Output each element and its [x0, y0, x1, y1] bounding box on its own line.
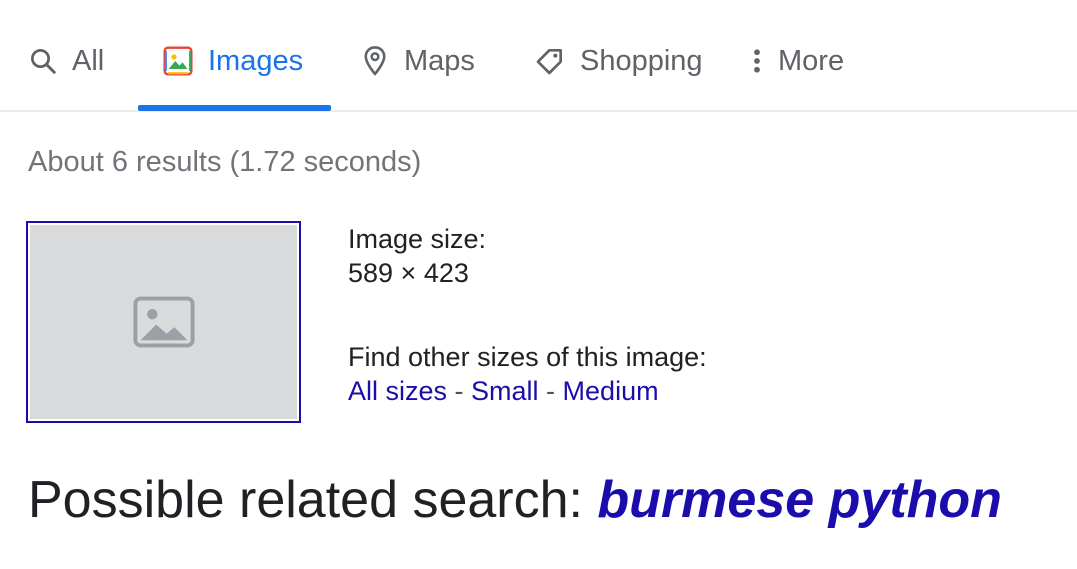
image-size-label: Image size: — [348, 224, 487, 254]
image-placeholder — [28, 223, 299, 421]
other-sizes-label: Find other sizes of this image: — [348, 342, 707, 372]
tab-images[interactable]: Images — [162, 38, 303, 84]
result-stats: About 6 results (1.72 seconds) — [28, 146, 422, 178]
tab-more-label: More — [778, 44, 845, 77]
tab-more[interactable]: More — [752, 38, 844, 84]
result-thumbnail[interactable] — [26, 221, 301, 423]
tab-maps[interactable]: Maps — [360, 38, 475, 84]
tab-maps-label: Maps — [404, 44, 475, 77]
link-separator: - — [538, 376, 563, 406]
tab-all-label: All — [72, 44, 105, 77]
small-size-link[interactable]: Small — [471, 376, 539, 406]
related-search: Possible related search: burmese python — [28, 470, 1002, 530]
active-tab-indicator — [138, 105, 331, 111]
image-info: Image size: 589 × 423 Find other sizes o… — [348, 222, 707, 408]
tag-icon — [534, 45, 566, 77]
link-separator: - — [447, 376, 472, 406]
image-size-value: 589 × 423 — [348, 258, 469, 288]
all-sizes-link[interactable]: All sizes — [348, 376, 447, 406]
search-tabs: All Images Maps Shopping More — [0, 0, 1077, 112]
image-placeholder-icon — [132, 296, 195, 348]
medium-size-link[interactable]: Medium — [563, 376, 659, 406]
tab-shopping[interactable]: Shopping — [534, 38, 703, 84]
tab-images-label: Images — [208, 44, 304, 77]
more-vert-icon — [752, 46, 762, 76]
tab-shopping-label: Shopping — [580, 44, 703, 77]
map-pin-icon — [360, 45, 390, 77]
related-search-label: Possible related search: — [28, 471, 598, 529]
images-icon — [162, 45, 194, 77]
size-links: All sizes - Small - Medium — [348, 374, 707, 408]
tab-all[interactable]: All — [28, 38, 104, 84]
search-icon — [28, 46, 58, 76]
related-search-link[interactable]: burmese python — [597, 471, 1002, 529]
